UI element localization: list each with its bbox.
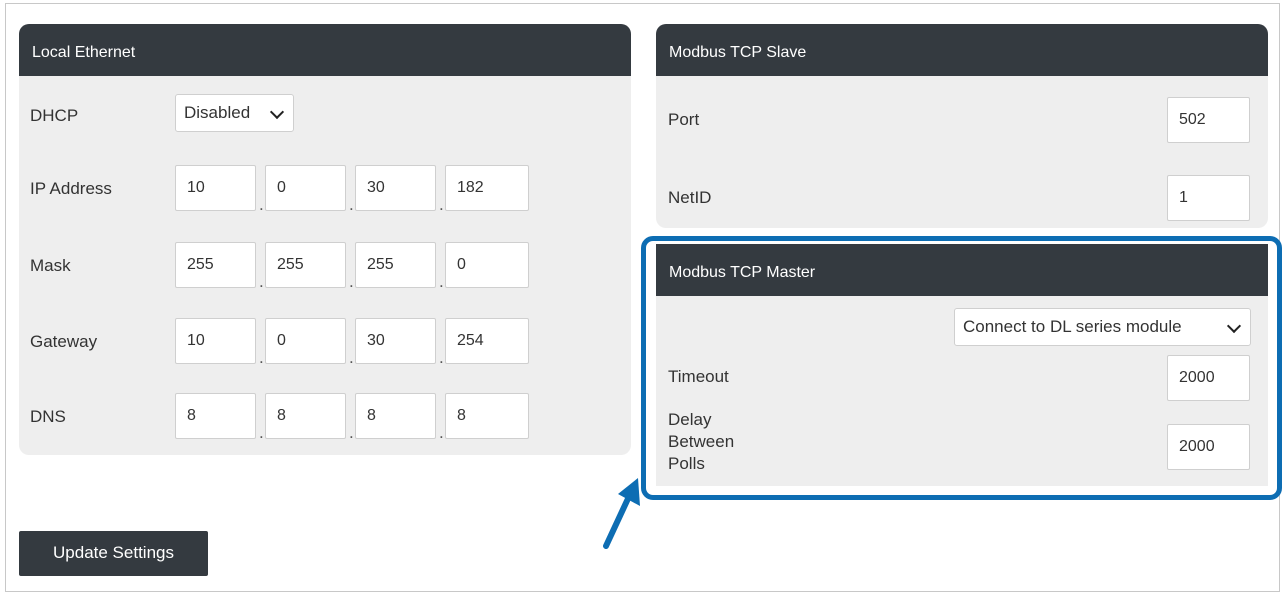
gateway-label: Gateway: [30, 332, 98, 351]
mask-label: Mask: [30, 256, 71, 275]
mask-octet-3[interactable]: 255: [355, 242, 436, 288]
dhcp-label: DHCP: [30, 106, 79, 125]
port-label: Port: [668, 110, 700, 129]
mask-octet-4[interactable]: 0: [445, 242, 529, 288]
ip-octet-2[interactable]: 0: [265, 165, 346, 211]
netid-label: NetID: [668, 188, 712, 207]
gateway-octet-2[interactable]: 0: [265, 318, 346, 364]
dns-octet-2[interactable]: 8: [265, 393, 346, 439]
dns-separator: .: [259, 423, 264, 442]
dns-octet-1[interactable]: 8: [175, 393, 256, 439]
dns-label: DNS: [30, 407, 66, 426]
ip-separator: .: [349, 195, 354, 214]
port-input[interactable]: 502: [1167, 97, 1250, 143]
mask-octet-1[interactable]: 255: [175, 242, 256, 288]
ip-separator: .: [439, 195, 444, 214]
ip-address-label: IP Address: [30, 179, 112, 198]
mask-separator: .: [349, 272, 354, 291]
gateway-octet-4[interactable]: 254: [445, 318, 529, 364]
dns-separator: .: [439, 423, 444, 442]
dns-octet-3[interactable]: 8: [355, 393, 436, 439]
mask-octet-2[interactable]: 255: [265, 242, 346, 288]
ip-octet-3[interactable]: 30: [355, 165, 436, 211]
chevron-down-icon: [269, 104, 285, 120]
gateway-separator: .: [439, 348, 444, 367]
gateway-separator: .: [259, 348, 264, 367]
ip-separator: .: [259, 195, 264, 214]
dns-separator: .: [349, 423, 354, 442]
gateway-separator: .: [349, 348, 354, 367]
dhcp-select-value: Disabled: [184, 103, 251, 122]
dhcp-select[interactable]: Disabled: [175, 94, 294, 132]
mask-separator: .: [439, 272, 444, 291]
local-ethernet-title: Local Ethernet: [19, 24, 631, 76]
local-ethernet-panel: Local Ethernet: [19, 24, 631, 455]
highlight-box: [641, 236, 1282, 500]
ip-octet-1[interactable]: 10: [175, 165, 256, 211]
modbus-slave-title: Modbus TCP Slave: [656, 24, 1268, 76]
netid-input[interactable]: 1: [1167, 175, 1250, 221]
ip-octet-4[interactable]: 182: [445, 165, 529, 211]
gateway-octet-3[interactable]: 30: [355, 318, 436, 364]
dns-octet-4[interactable]: 8: [445, 393, 529, 439]
arrow-icon: [603, 478, 640, 549]
gateway-octet-1[interactable]: 10: [175, 318, 256, 364]
update-settings-button[interactable]: Update Settings: [19, 531, 208, 576]
mask-separator: .: [259, 272, 264, 291]
